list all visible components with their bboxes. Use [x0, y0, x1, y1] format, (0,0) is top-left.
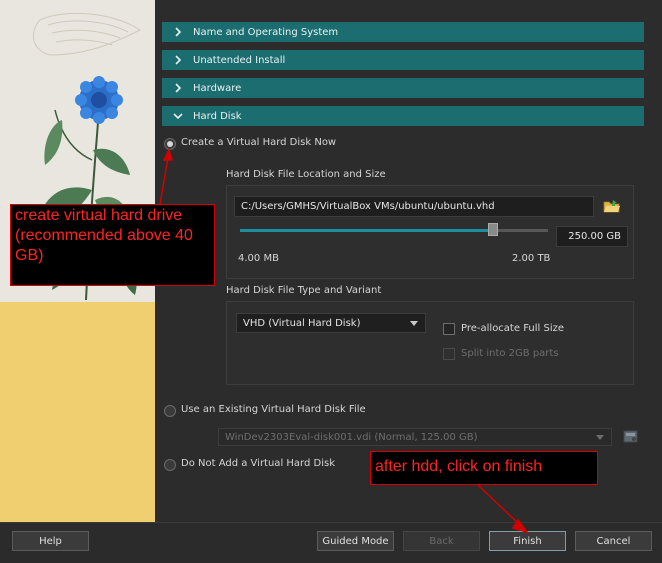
chevron-right-icon — [171, 25, 185, 39]
disk-browse-icon[interactable] — [622, 428, 640, 444]
annotation-click-finish: after hdd, click on finish — [370, 451, 598, 485]
radio-existing-disk[interactable] — [164, 405, 176, 417]
existing-disk-value: WinDev2303Eval-disk001.vdi (Normal, 125.… — [225, 431, 478, 443]
disk-size-value: 250.00 GB — [568, 231, 621, 242]
preallocate-checkbox[interactable] — [443, 323, 455, 335]
annotation-create-disk: create virtual hard drive (recommended a… — [10, 204, 215, 286]
chevron-down-icon — [171, 109, 185, 123]
disk-size-min-label: 4.00 MB — [238, 253, 279, 264]
disk-type-select[interactable]: VHD (Virtual Hard Disk) — [236, 313, 426, 333]
section-label: Hard Disk — [193, 110, 242, 122]
radio-create-disk[interactable] — [164, 138, 176, 150]
section-label: Name and Operating System — [193, 26, 339, 38]
finish-button[interactable]: Finish — [489, 531, 566, 551]
chevron-down-icon — [596, 435, 604, 440]
split-2gb-label: Split into 2GB parts — [461, 348, 559, 359]
section-name-os[interactable]: Name and Operating System — [162, 22, 644, 42]
split-2gb-checkbox[interactable] — [443, 348, 455, 360]
existing-disk-select[interactable]: WinDev2303Eval-disk001.vdi (Normal, 125.… — [218, 428, 612, 446]
radio-no-disk[interactable] — [164, 459, 176, 471]
disk-size-input[interactable]: 250.00 GB — [556, 226, 628, 247]
section-hardware[interactable]: Hardware — [162, 78, 644, 98]
chevron-right-icon — [171, 53, 185, 67]
cancel-button[interactable]: Cancel — [575, 531, 652, 551]
disk-file-path-value: C:/Users/GMHS/VirtualBox VMs/ubuntu/ubun… — [241, 201, 495, 212]
guided-mode-button[interactable]: Guided Mode — [317, 531, 394, 551]
preallocate-label: Pre-allocate Full Size — [461, 323, 564, 334]
radio-no-disk-label: Do Not Add a Virtual Hard Disk — [181, 458, 335, 469]
back-button[interactable]: Back — [403, 531, 480, 551]
folder-open-icon[interactable] — [603, 198, 621, 214]
help-button[interactable]: Help — [12, 531, 89, 551]
section-label: Hardware — [193, 82, 242, 94]
chevron-down-icon — [410, 321, 418, 326]
disk-size-slider-handle[interactable] — [487, 223, 498, 236]
section-label: Unattended Install — [193, 54, 286, 66]
radio-create-disk-label: Create a Virtual Hard Disk Now — [181, 137, 337, 148]
chevron-right-icon — [171, 81, 185, 95]
disk-size-slider-fill — [240, 229, 493, 232]
section-hard-disk[interactable]: Hard Disk — [162, 106, 644, 126]
disk-file-path-field[interactable]: C:/Users/GMHS/VirtualBox VMs/ubuntu/ubun… — [234, 196, 594, 217]
disk-type-selected: VHD (Virtual Hard Disk) — [243, 317, 361, 329]
section-unattended-install[interactable]: Unattended Install — [162, 50, 644, 70]
location-group-label: Hard Disk File Location and Size — [226, 169, 386, 180]
radio-existing-disk-label: Use an Existing Virtual Hard Disk File — [181, 404, 366, 415]
type-group-label: Hard Disk File Type and Variant — [226, 285, 382, 296]
disk-size-max-label: 2.00 TB — [512, 253, 551, 264]
